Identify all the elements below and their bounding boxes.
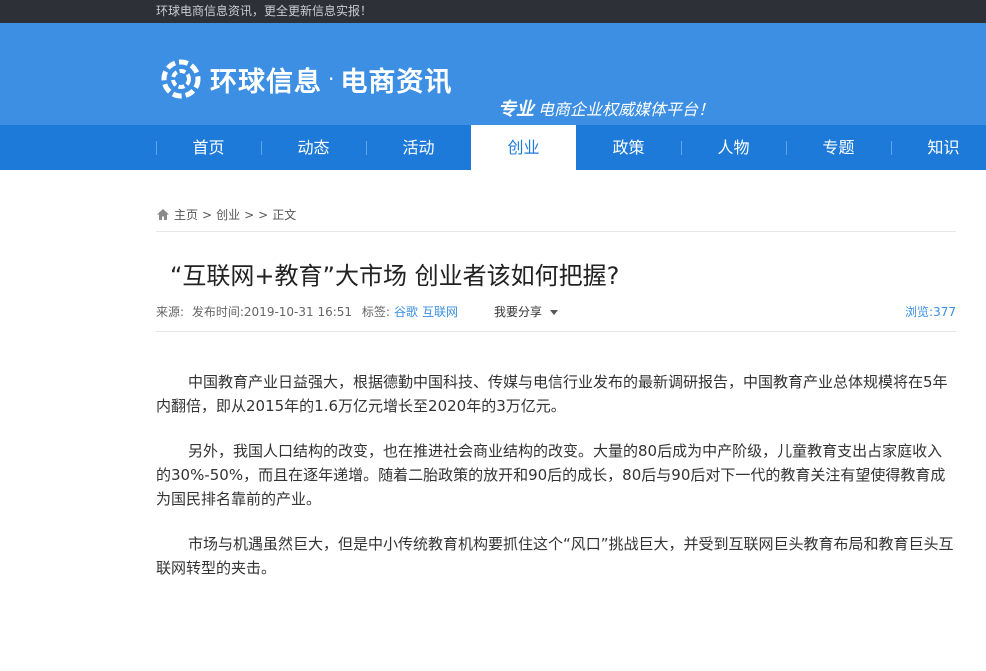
- slogan-text: 电商企业权威媒体平台！: [538, 100, 715, 119]
- publish-time: 2019-10-31 16:51: [243, 305, 353, 319]
- article-title: “互联网+教育”大市场 创业者该如何把握?: [170, 262, 620, 290]
- nav-item-knowledge[interactable]: 知识: [891, 125, 986, 170]
- article-paragraph: 另外，我国人口结构的改变，也在推进社会商业结构的改变。大量的80后成为中产阶级，…: [156, 442, 946, 508]
- site-logo[interactable]: 环球信息 · 电商资讯: [160, 59, 452, 99]
- brand-name: 环球信息: [210, 66, 322, 98]
- publish-time-label: 发布时间:: [191, 305, 244, 319]
- main-navigation: 首页 动态 活动 创业 政策 人物 专题 知识: [0, 125, 986, 170]
- article-paragraph: 市场与机遇虽然巨大，但是中小传统教育机构要抓住这个“风口”挑战巨大，并受到互联网…: [156, 535, 954, 577]
- article-meta: 来源: 发布时间:2019-10-31 16:51 标签: 谷歌 互联网 我要分享 …: [156, 303, 956, 321]
- views-value: 377: [933, 305, 956, 319]
- site-header: 环球信息 · 电商资讯 专业 电商企业权威媒体平台！: [0, 23, 986, 125]
- tag-link[interactable]: 互联网: [422, 305, 458, 319]
- breadcrumb-current: 正文: [272, 208, 297, 222]
- slogan-highlight: 专业: [498, 99, 534, 120]
- views-label: 浏览:: [905, 305, 934, 319]
- tag-link[interactable]: 谷歌: [394, 305, 418, 319]
- source-label: 来源:: [156, 305, 185, 319]
- breadcrumb-divider: [156, 231, 956, 232]
- nav-item-topics[interactable]: 专题: [786, 125, 891, 170]
- header-slogan: 专业 电商企业权威媒体平台！: [498, 95, 714, 121]
- tags-label: 标签:: [361, 305, 390, 319]
- article-paragraph: 中国教育产业日益强大，根据德勤中国科技、传媒与电信行业发布的最新调研报告，中国教…: [156, 373, 948, 415]
- breadcrumb-home-link[interactable]: 主页: [174, 206, 198, 223]
- channel-name: 电商资讯: [340, 66, 453, 98]
- breadcrumb: 主页 > 创业 > > 正文: [156, 206, 300, 223]
- nav-item-events[interactable]: 活动: [366, 125, 471, 170]
- logo-globe-icon: [161, 59, 201, 99]
- announcement-text: 环球电商信息资讯，更全更新信息实报！: [156, 4, 373, 18]
- breadcrumb-separator: >: [202, 207, 213, 222]
- breadcrumb-separator: >: [244, 207, 255, 222]
- nav-item-policy[interactable]: 政策: [576, 125, 681, 170]
- home-icon: [157, 209, 169, 220]
- chevron-down-icon: [550, 310, 559, 315]
- top-announcement-bar: 环球电商信息资讯，更全更新信息实报！: [0, 0, 986, 23]
- brand-separator: ·: [328, 67, 335, 91]
- breadcrumb-separator: >: [258, 207, 269, 222]
- nav-item-people[interactable]: 人物: [681, 125, 786, 170]
- share-dropdown[interactable]: 我要分享: [494, 303, 559, 320]
- article-body: 中国教育产业日益强大，根据德勤中国科技、传媒与电信行业发布的最新调研报告，中国教…: [156, 370, 956, 601]
- breadcrumb-section-link[interactable]: 创业: [216, 206, 240, 223]
- share-label: 我要分享: [494, 305, 543, 319]
- meta-divider: [156, 331, 956, 332]
- nav-item-startup[interactable]: 创业: [471, 125, 576, 170]
- nav-item-home[interactable]: 首页: [156, 125, 261, 170]
- view-count: 浏览:377: [905, 303, 956, 320]
- nav-item-news[interactable]: 动态: [261, 125, 366, 170]
